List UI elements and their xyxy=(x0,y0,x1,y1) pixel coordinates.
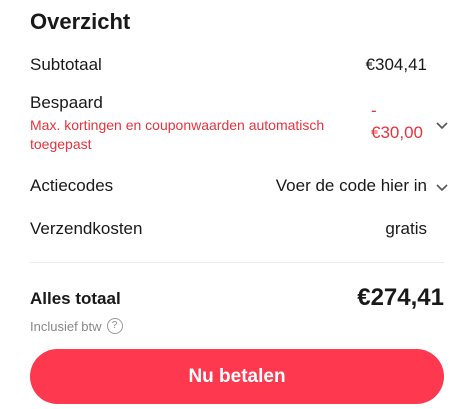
pay-now-button[interactable]: Nu betalen xyxy=(30,349,444,404)
chevron-down-icon[interactable] xyxy=(434,179,450,195)
subtotal-label: Subtotaal xyxy=(30,55,102,74)
vat-note-text: Inclusief btw xyxy=(30,318,102,334)
saved-value: €30,00 xyxy=(371,123,423,142)
saved-sign: - xyxy=(371,101,377,120)
vat-note: Inclusief btw ? xyxy=(30,318,123,334)
total-label: Alles totaal xyxy=(30,289,121,308)
promo-code-input[interactable]: Voer de code hier in xyxy=(276,176,427,196)
subtotal-value: €304,41 xyxy=(365,55,427,74)
shipping-label: Verzendkosten xyxy=(30,219,143,238)
saved-label: Bespaard xyxy=(30,93,103,112)
summary-title: Overzicht xyxy=(30,9,131,34)
saved-amount: - €30,00 xyxy=(371,100,433,144)
total-value: €274,41 xyxy=(357,284,444,311)
shipping-value: gratis xyxy=(385,219,427,238)
promo-label: Actiecodes xyxy=(30,176,114,195)
info-icon[interactable]: ? xyxy=(106,318,123,334)
saved-description: Max. kortingen en couponwaarden automati… xyxy=(30,117,325,152)
chevron-down-icon[interactable] xyxy=(434,117,450,133)
divider xyxy=(30,262,444,263)
